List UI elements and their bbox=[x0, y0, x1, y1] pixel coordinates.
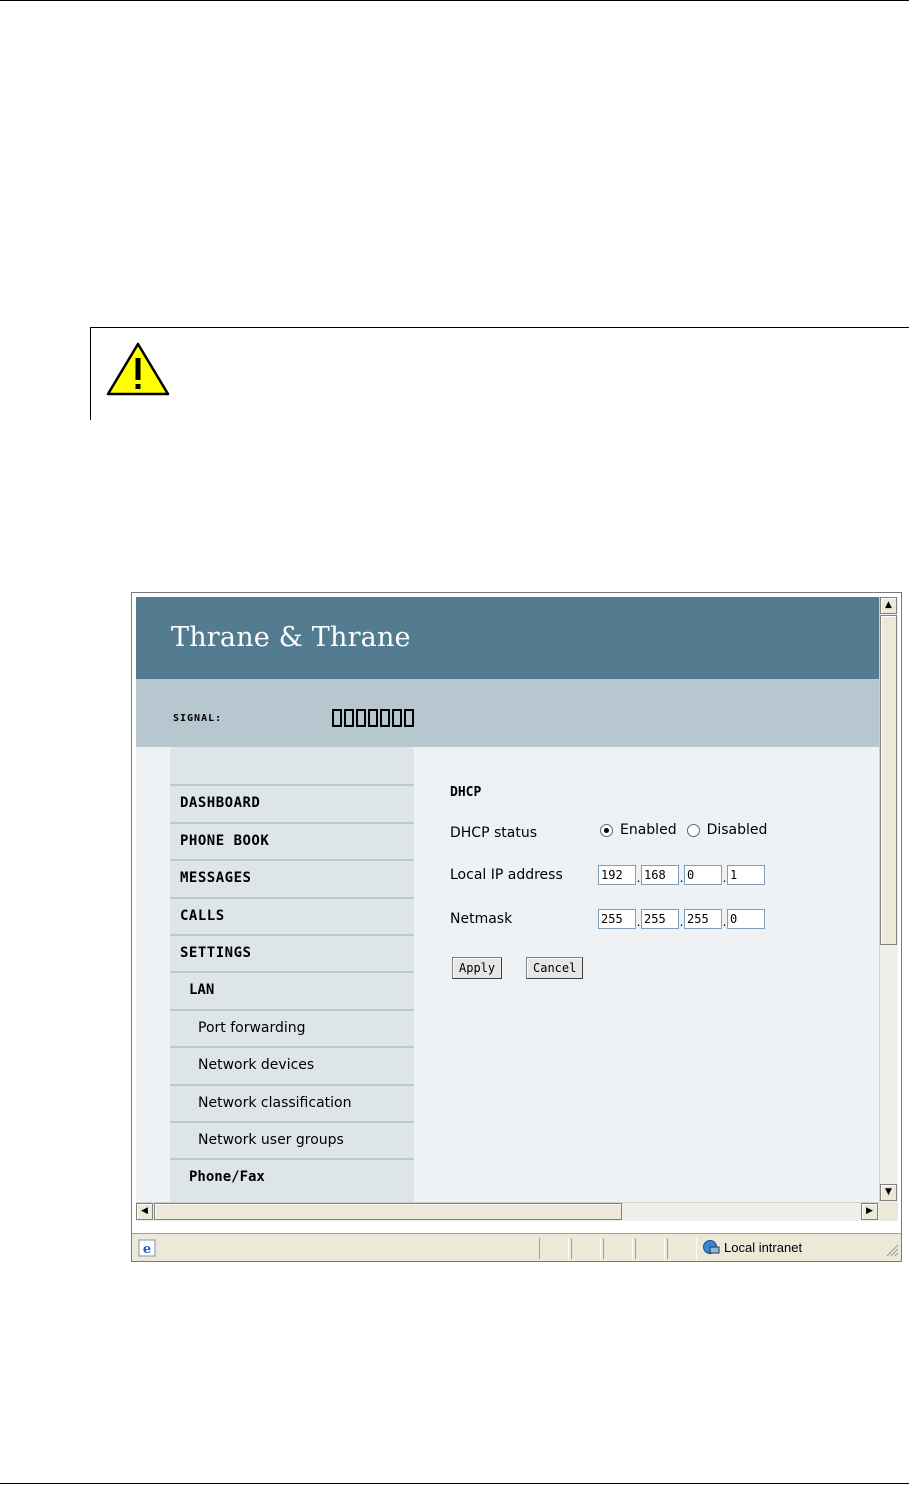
netmask-field: 255 . 255 . 255 . 0 bbox=[598, 909, 765, 929]
netmask-octet-2[interactable]: 255 bbox=[641, 909, 679, 929]
scroll-right-icon[interactable]: ▶ bbox=[861, 1203, 878, 1220]
svg-text:e: e bbox=[143, 1242, 151, 1257]
page-top-rule bbox=[0, 0, 909, 1]
sidebar-item-settings[interactable]: SETTINGS bbox=[170, 934, 414, 969]
sidebar-item-lan[interactable]: LAN bbox=[170, 971, 414, 1006]
section-title: DHCP bbox=[450, 785, 482, 800]
local-ip-octet-2[interactable]: 168 bbox=[641, 865, 679, 885]
cancel-button[interactable]: Cancel bbox=[526, 957, 584, 979]
signal-bar bbox=[344, 709, 354, 727]
scroll-left-icon[interactable]: ◀ bbox=[136, 1203, 153, 1220]
dhcp-disabled-label: Disabled bbox=[706, 822, 768, 838]
netmask-octet-1[interactable]: 255 bbox=[598, 909, 636, 929]
local-ip-label: Local IP address bbox=[450, 867, 563, 883]
scroll-up-icon[interactable]: ▲ bbox=[880, 597, 897, 614]
apply-button[interactable]: Apply bbox=[452, 957, 503, 979]
page-viewport: Thrane & Thrane SIGNAL: DASHBOARD PHONE B… bbox=[136, 597, 879, 1202]
local-ip-octet-1[interactable]: 192 bbox=[598, 865, 636, 885]
sidebar-item-network-devices[interactable]: Network devices bbox=[170, 1046, 414, 1081]
horizontal-scroll-thumb[interactable] bbox=[154, 1203, 622, 1220]
dhcp-status-radio-group: Enabled Disabled bbox=[600, 822, 767, 838]
signal-bar bbox=[404, 709, 414, 727]
signal-bar bbox=[332, 709, 342, 727]
sidebar-item-blank bbox=[170, 747, 414, 782]
status-segment bbox=[603, 1238, 633, 1259]
status-bar: e Local intranet bbox=[132, 1233, 901, 1261]
security-zone-label: Local intranet bbox=[724, 1239, 803, 1255]
page-bottom-rule bbox=[0, 1483, 909, 1484]
status-segment bbox=[571, 1238, 601, 1259]
sidebar-item-calls[interactable]: CALLS bbox=[170, 896, 414, 932]
scroll-down-icon[interactable]: ▼ bbox=[880, 1184, 897, 1201]
brand-logo: Thrane & Thrane bbox=[136, 597, 879, 679]
horizontal-scrollbar[interactable]: ◀ ▶ bbox=[136, 1202, 879, 1221]
netmask-octet-4[interactable]: 0 bbox=[727, 909, 765, 929]
sidebar-nav: DASHBOARD PHONE BOOK MESSAGES CALLS SETTINGS… bbox=[170, 747, 414, 1202]
security-zone: Local intranet bbox=[702, 1239, 802, 1255]
sidebar-item-dashboard[interactable]: DASHBOARD bbox=[170, 784, 414, 819]
browser-window: Thrane & Thrane SIGNAL: DASHBOARD PHONE B… bbox=[131, 592, 902, 1262]
sidebar-item-messages[interactable]: MESSAGES bbox=[170, 859, 414, 894]
sidebar-item-phone-fax[interactable]: Phone/Fax bbox=[170, 1158, 414, 1193]
resize-grip-icon[interactable] bbox=[885, 1243, 899, 1257]
local-ip-octet-3[interactable]: 0 bbox=[684, 865, 722, 885]
local-ip-octet-4[interactable]: 1 bbox=[727, 865, 765, 885]
scroll-corner bbox=[879, 1202, 898, 1221]
status-segment bbox=[635, 1238, 665, 1259]
warning-icon bbox=[106, 342, 170, 396]
sidebar-item-network-user-groups[interactable]: Network user groups bbox=[170, 1121, 414, 1156]
vertical-scrollbar[interactable]: ▲ ▼ bbox=[879, 597, 898, 1202]
sidebar-item-port-forwarding[interactable]: Port forwarding bbox=[170, 1008, 414, 1044]
signal-bar bbox=[380, 709, 390, 727]
ie-page-icon: e bbox=[138, 1239, 156, 1257]
dhcp-disabled-radio[interactable] bbox=[686, 823, 700, 837]
local-ip-field: 192 . 168 . 0 . 1 bbox=[598, 865, 765, 885]
signal-strength-indicator bbox=[332, 709, 414, 727]
status-segment bbox=[667, 1238, 697, 1259]
signal-bar bbox=[368, 709, 378, 727]
status-segment bbox=[539, 1238, 569, 1259]
vertical-scroll-thumb[interactable] bbox=[880, 615, 897, 945]
warning-box bbox=[90, 327, 909, 420]
netmask-octet-3[interactable]: 255 bbox=[684, 909, 722, 929]
dhcp-form: DHCP DHCP status Enabled Disabled Local … bbox=[450, 747, 870, 1202]
intranet-globe-icon bbox=[703, 1240, 720, 1254]
sidebar-item-network-classification[interactable]: Network classification bbox=[170, 1083, 414, 1119]
dhcp-enabled-label: Enabled bbox=[620, 822, 677, 838]
signal-bar bbox=[356, 709, 366, 727]
dhcp-enabled-radio[interactable] bbox=[600, 823, 613, 837]
netmask-label: Netmask bbox=[450, 911, 513, 927]
signal-bar bbox=[392, 709, 402, 727]
dhcp-status-label: DHCP status bbox=[450, 825, 537, 841]
signal-label: SIGNAL: bbox=[173, 713, 223, 724]
sidebar-item-phone-book[interactable]: PHONE BOOK bbox=[170, 821, 414, 857]
signal-band: SIGNAL: bbox=[136, 679, 879, 747]
